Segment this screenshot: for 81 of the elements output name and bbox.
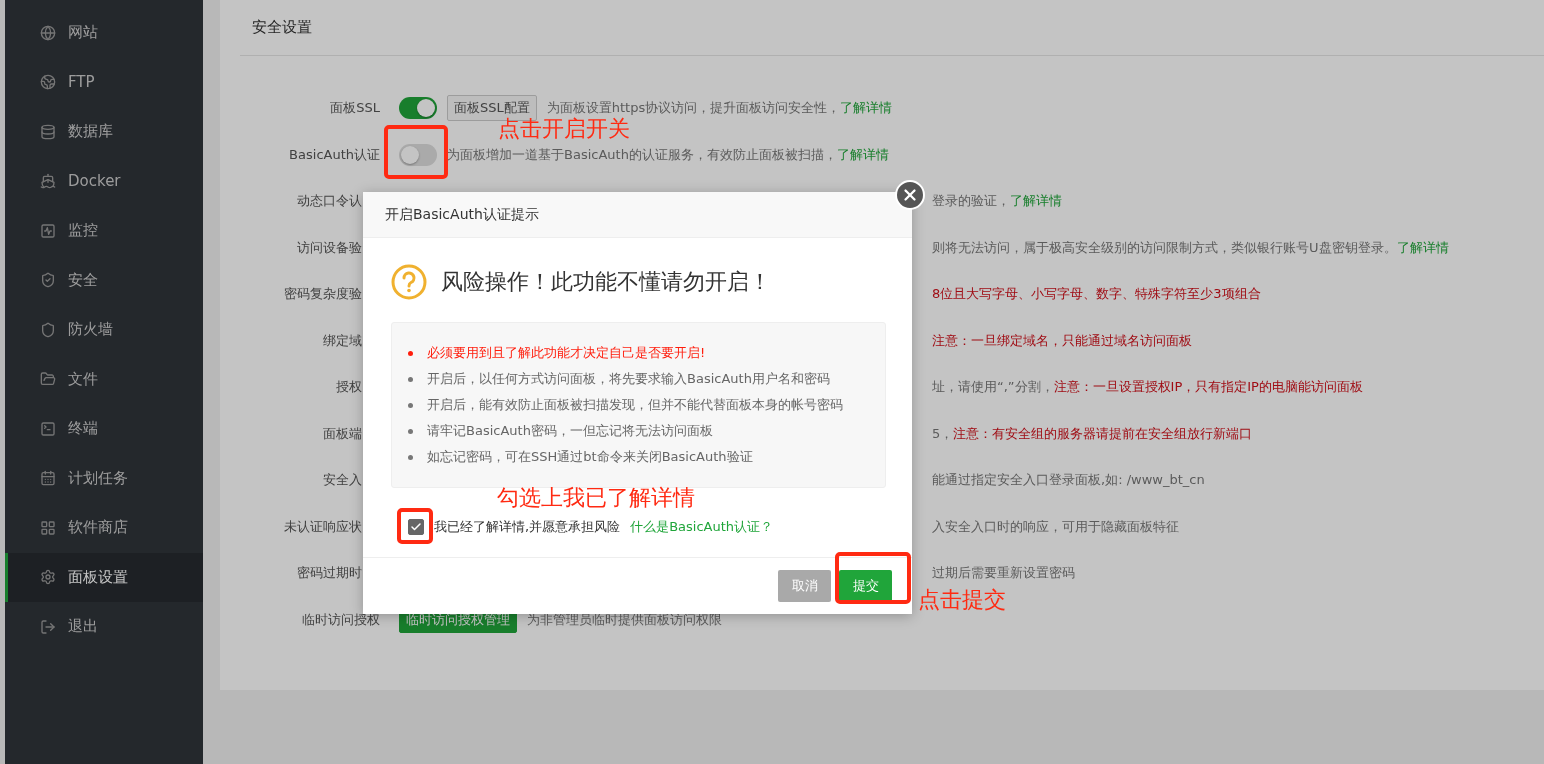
setting-description: 过期后需要重新设置密码 <box>932 564 1075 583</box>
highlight-frame <box>384 125 448 179</box>
setting-description: 为非管理员临时提供面板访问权限 <box>527 610 722 629</box>
sidebar-item[interactable]: 数据库 <box>5 107 203 157</box>
calendar-icon <box>40 470 56 487</box>
notice-text: 开启后，能有效防止面板被扫描发现，但并不能代替面板本身的帐号密码 <box>427 396 843 414</box>
setting-label: 未认证响应状 <box>283 517 362 536</box>
setting-description: 能通过指定安全入口登录面板,如: /www_bt_cn <box>932 471 1205 490</box>
setting-description: 5， <box>932 424 954 443</box>
details-link[interactable]: 了解详情 <box>836 145 889 164</box>
annotation-text: 勾选上我已了解详情 <box>497 486 695 511</box>
agree-label: 我已经了解详情,并愿意承担风险 <box>434 518 621 536</box>
database-icon <box>40 123 56 140</box>
section-title: 安全设置 <box>252 18 312 37</box>
warning-text: 8位且大写字母、小写字母、数字、特殊字符至少3项组合 <box>932 285 1261 304</box>
toggle-switch[interactable] <box>399 143 437 166</box>
notice-text: 请牢记BasicAuth密码，一但忘记将无法访问面板 <box>427 422 713 440</box>
logout-icon <box>40 618 56 635</box>
bullet-dot <box>408 402 413 408</box>
grid-icon <box>40 519 56 536</box>
setting-label: 面板SSL <box>329 99 380 118</box>
sidebar-item[interactable]: 监控 <box>5 206 203 256</box>
settings-icon <box>40 569 56 586</box>
sidebar-item[interactable]: Docker <box>5 156 203 206</box>
ship-icon <box>40 173 56 190</box>
dialog-title: 开启BasicAuth认证提示 <box>385 205 539 224</box>
globe-icon <box>40 74 56 91</box>
sidebar-item[interactable]: 面板设置 <box>5 552 203 602</box>
setting-description: 址，请使用“,”分割， <box>932 378 1054 397</box>
setting-description: 入安全入口时的响应，可用于隐藏面板特征 <box>932 517 1179 536</box>
setting-label: 密码复杂度验 <box>283 285 362 304</box>
folder-icon <box>40 371 56 388</box>
setting-label: 授权 <box>335 378 362 397</box>
bullet-dot <box>408 376 413 382</box>
check-icon <box>410 521 422 533</box>
setting-description: 登录的验证， <box>932 192 1010 211</box>
toggle-switch[interactable] <box>399 97 437 120</box>
notice-text: 如忘记密码，可在SSH通过bt命令来关闭BasicAuth验证 <box>427 448 753 466</box>
terminal-icon <box>40 420 56 437</box>
setting-description: 则将无法访问，属于极高安全级别的访问限制方式，类似银行账号U盘密钥登录。 <box>932 238 1397 257</box>
setting-label: 安全入 <box>322 471 362 490</box>
shield-check-icon <box>40 272 56 289</box>
details-link[interactable]: 了解详情 <box>840 99 893 118</box>
warning-text: 注意：有安全组的服务器请提前在安全组放行新端口 <box>953 424 1253 443</box>
setting-label: 面板端 <box>322 424 362 443</box>
warning-text: 注意：一旦绑定域名，只能通过域名访问面板 <box>932 331 1192 350</box>
highlight-frame <box>397 508 433 544</box>
globe-icon <box>40 24 56 41</box>
bullet-dot <box>408 350 413 356</box>
setting-description: 为面板设置https协议访问，提升面板访问安全性， <box>546 99 841 117</box>
setting-label: 临时访问授权 <box>301 610 380 629</box>
sidebar-item[interactable]: 终端 <box>5 404 203 454</box>
sidebar-item[interactable]: 安全 <box>5 255 203 305</box>
details-link[interactable]: 了解详情 <box>1010 192 1062 211</box>
sidebar-item[interactable]: 计划任务 <box>5 453 203 503</box>
sidebar-item[interactable]: 退出 <box>5 602 203 652</box>
notice-text: 开启后，以任何方式访问面板，将先要求输入BasicAuth用户名和密码 <box>427 370 830 388</box>
shield-icon <box>40 321 56 338</box>
bullet-dot <box>408 454 413 460</box>
question-icon <box>391 264 427 300</box>
help-link[interactable]: 什么是BasicAuth认证？ <box>630 518 774 536</box>
sidebar-item[interactable]: 软件商店 <box>5 503 203 553</box>
submit-button[interactable]: 提交 <box>839 570 892 602</box>
bullet-dot <box>408 428 413 434</box>
sidebar-item[interactable]: FTP <box>5 57 203 107</box>
sidebar-item[interactable]: 文件 <box>5 354 203 404</box>
annotation-text: 点击提交 <box>918 588 1006 613</box>
agree-checkbox[interactable] <box>408 519 424 535</box>
sidebar-item[interactable]: 防火墙 <box>5 305 203 355</box>
setting-label: 绑定域 <box>322 331 362 350</box>
warning-heading: 风险操作！此功能不懂请勿开启！ <box>441 268 771 296</box>
warning-text: 注意：一旦设置授权IP，只有指定IP的电脑能访问面板 <box>1053 378 1363 397</box>
details-link[interactable]: 了解详情 <box>1396 238 1449 257</box>
sidebar-item[interactable]: 网站 <box>5 8 203 58</box>
notice-text: 必须要用到且了解此功能才决定自己是否要开启! <box>427 344 706 362</box>
close-icon <box>901 186 919 204</box>
setting-label: 访问设备验 <box>296 238 362 257</box>
setting-label: 动态口令认 <box>296 192 362 211</box>
setting-label: BasicAuth认证 <box>288 145 380 164</box>
chart-icon <box>40 222 56 239</box>
setting-label: 密码过期时 <box>296 564 362 583</box>
